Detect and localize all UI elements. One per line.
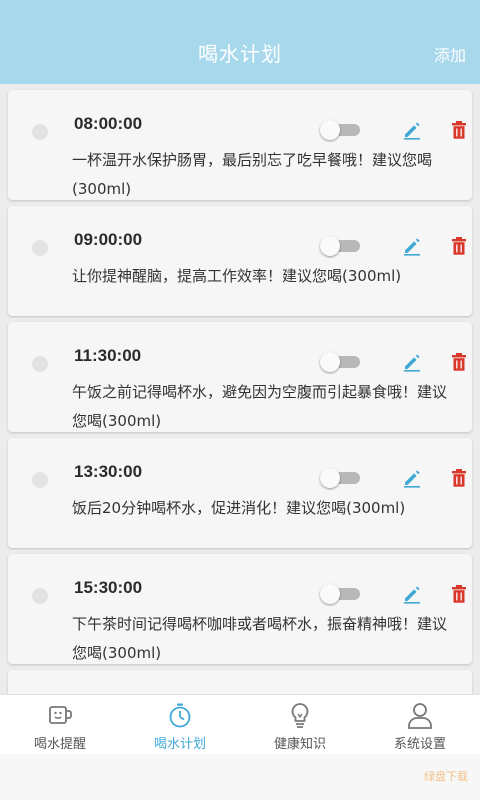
tab-label: 喝水提醒 (33, 737, 86, 752)
reminder-card[interactable]: 08:00:00 一杯温开水保护肠胃，最后别忘了吃早餐哦！建议您喝(300ml) (8, 90, 472, 200)
tab-label: 健康知识 (273, 737, 326, 752)
tab-label: 系统设置 (393, 737, 446, 752)
delete-icon[interactable] (450, 352, 468, 372)
reminder-list[interactable]: 08:00:00 一杯温开水保护肠胃，最后别忘了吃早餐哦！建议您喝(300ml)… (0, 84, 480, 694)
user-icon (408, 703, 432, 729)
reminder-time: 09:00:00 (74, 230, 143, 249)
clock-icon (32, 240, 48, 256)
delete-icon[interactable] (450, 468, 468, 488)
reminder-time: 13:30:00 (74, 462, 143, 481)
reminder-text: 饭后20分钟喝杯水，促进消化！建议您喝(300ml) (72, 499, 406, 517)
reminder-text: 下午茶时间记得喝杯咖啡或者喝杯水，振奋精神哦！建议您喝(300ml) (72, 615, 448, 662)
tab-label: 喝水计划 (153, 737, 206, 752)
edit-icon[interactable] (402, 236, 422, 256)
reminder-card[interactable]: 13:30:00 饭后20分钟喝杯水，促进消化！建议您喝(300ml) (8, 438, 472, 548)
reminder-text: 让你提神醒脑，提高工作效率！建议您喝(300ml) (72, 267, 402, 285)
delete-icon[interactable] (450, 120, 468, 140)
tab-drink-reminder[interactable]: 喝水提醒 (0, 695, 120, 754)
delete-icon[interactable] (450, 236, 468, 256)
app-bar: 喝水计划 添加 (0, 0, 480, 84)
reminder-toggle[interactable] (320, 352, 362, 372)
tab-health-knowledge[interactable]: 健康知识 (240, 695, 360, 754)
edit-icon[interactable] (402, 120, 422, 140)
delete-icon[interactable] (450, 584, 468, 604)
reminder-time: 15:30:00 (74, 578, 143, 597)
edit-icon[interactable] (402, 352, 422, 372)
tab-drink-plan[interactable]: 喝水计划 (120, 695, 240, 754)
reminder-time: 08:00:00 (74, 114, 143, 133)
add-button[interactable]: 添加 (434, 42, 466, 66)
clock-icon (32, 124, 48, 140)
reminder-card[interactable]: 09:00:00 让你提神醒脑，提高工作效率！建议您喝(300ml) (8, 206, 472, 316)
edit-icon[interactable] (402, 468, 422, 488)
edit-icon[interactable] (402, 584, 422, 604)
reminder-time: 11:30:00 (74, 346, 142, 365)
timer-icon (169, 703, 191, 728)
cup-icon (49, 706, 72, 724)
reminder-toggle[interactable] (320, 120, 362, 140)
reminder-card[interactable]: 11:30:00 午饭之前记得喝杯水，避免因为空腹而引起暴食哦！建议您喝(300… (8, 322, 472, 432)
reminder-toggle[interactable] (320, 236, 362, 256)
reminder-text: 午饭之前记得喝杯水，避免因为空腹而引起暴食哦！建议您喝(300ml) (72, 383, 448, 430)
lightbulb-icon (291, 703, 309, 728)
reminder-toggle[interactable] (320, 468, 362, 488)
tab-system-settings[interactable]: 系统设置 (360, 695, 480, 754)
bottom-tab-bar: 喝水提醒 喝水计划 健康知识 系统设置 (0, 694, 480, 754)
clock-icon (32, 472, 48, 488)
watermark-logo: 绿盘下载 (424, 770, 468, 783)
reminder-toggle[interactable] (320, 584, 362, 604)
clock-icon (32, 356, 48, 372)
page-title: 喝水计划 (198, 42, 282, 66)
reminder-text: 一杯温开水保护肠胃，最后别忘了吃早餐哦！建议您喝(300ml) (72, 151, 433, 198)
clock-icon (32, 588, 48, 604)
reminder-card[interactable]: 15:30:00 下午茶时间记得喝杯咖啡或者喝杯水，振奋精神哦！建议您喝(300… (8, 554, 472, 664)
reminder-card[interactable] (8, 670, 472, 694)
